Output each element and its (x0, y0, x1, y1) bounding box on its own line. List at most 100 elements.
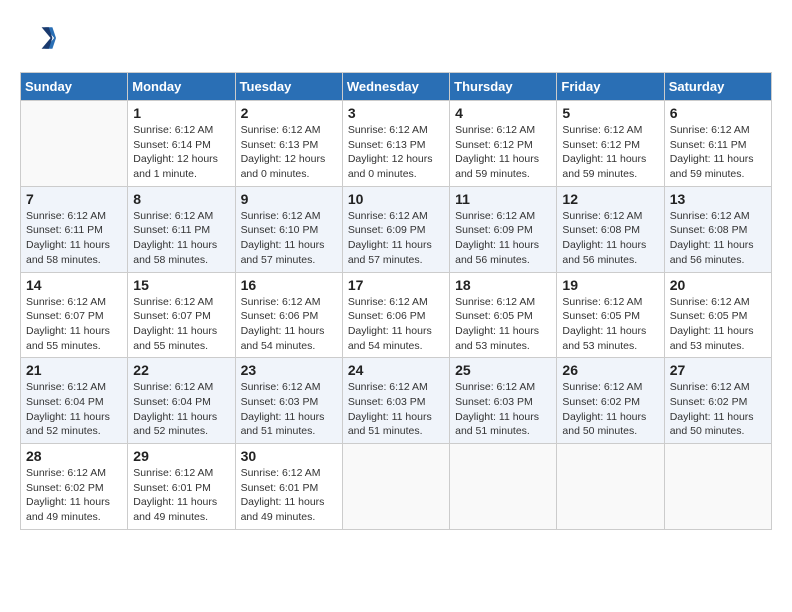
day-info: Sunrise: 6:12 AMSunset: 6:13 PMDaylight:… (348, 123, 444, 182)
calendar-cell: 6 Sunrise: 6:12 AMSunset: 6:11 PMDaylight… (664, 101, 771, 187)
day-info: Sunrise: 6:12 AMSunset: 6:04 PMDaylight:… (26, 380, 122, 439)
calendar-week-row: 7 Sunrise: 6:12 AMSunset: 6:11 PMDaylight… (21, 186, 772, 272)
day-number: 8 (133, 191, 229, 207)
logo-icon (20, 20, 56, 56)
calendar-cell: 30 Sunrise: 6:12 AMSunset: 6:01 PMDayligh… (235, 444, 342, 530)
day-number: 19 (562, 277, 658, 293)
calendar-week-row: 21 Sunrise: 6:12 AMSunset: 6:04 PMDayligh… (21, 358, 772, 444)
day-info: Sunrise: 6:12 AMSunset: 6:02 PMDaylight:… (670, 380, 766, 439)
day-info: Sunrise: 6:12 AMSunset: 6:01 PMDaylight:… (241, 466, 337, 525)
calendar-cell: 5 Sunrise: 6:12 AMSunset: 6:12 PMDaylight… (557, 101, 664, 187)
calendar-cell: 16Sunrise: 6:12 AMSunset: 6:06 PMDayligh… (235, 272, 342, 358)
day-info: Sunrise: 6:12 AMSunset: 6:11 PMDaylight:… (670, 123, 766, 182)
day-info: Sunrise: 6:12 AMSunset: 6:08 PMDaylight:… (670, 209, 766, 268)
day-info: Sunrise: 6:12 AMSunset: 6:14 PMDaylight:… (133, 123, 229, 182)
day-number: 6 (670, 105, 766, 121)
day-number: 30 (241, 448, 337, 464)
day-number: 7 (26, 191, 122, 207)
day-number: 4 (455, 105, 551, 121)
calendar-cell: 18Sunrise: 6:12 AMSunset: 6:05 PMDayligh… (450, 272, 557, 358)
calendar-header-row: SundayMondayTuesdayWednesdayThursdayFrid… (21, 73, 772, 101)
day-number: 21 (26, 362, 122, 378)
day-number: 5 (562, 105, 658, 121)
calendar-cell: 7Sunrise: 6:12 AMSunset: 6:11 PMDaylight… (21, 186, 128, 272)
day-number: 24 (348, 362, 444, 378)
day-info: Sunrise: 6:12 AMSunset: 6:08 PMDaylight:… (562, 209, 658, 268)
day-info: Sunrise: 6:12 AMSunset: 6:02 PMDaylight:… (562, 380, 658, 439)
day-number: 25 (455, 362, 551, 378)
day-info: Sunrise: 6:12 AMSunset: 6:10 PMDaylight:… (241, 209, 337, 268)
day-header-friday: Friday (557, 73, 664, 101)
day-info: Sunrise: 6:12 AMSunset: 6:04 PMDaylight:… (133, 380, 229, 439)
day-info: Sunrise: 6:12 AMSunset: 6:13 PMDaylight:… (241, 123, 337, 182)
day-info: Sunrise: 6:12 AMSunset: 6:07 PMDaylight:… (26, 295, 122, 354)
day-header-monday: Monday (128, 73, 235, 101)
day-number: 26 (562, 362, 658, 378)
logo (20, 20, 60, 56)
day-number: 29 (133, 448, 229, 464)
calendar-cell: 9 Sunrise: 6:12 AMSunset: 6:10 PMDaylight… (235, 186, 342, 272)
calendar-cell: 1 Sunrise: 6:12 AMSunset: 6:14 PMDaylight… (128, 101, 235, 187)
calendar-cell: 4 Sunrise: 6:12 AMSunset: 6:12 PMDaylight… (450, 101, 557, 187)
day-info: Sunrise: 6:12 AMSunset: 6:12 PMDaylight:… (455, 123, 551, 182)
day-number: 22 (133, 362, 229, 378)
calendar-cell: 19 Sunrise: 6:12 AMSunset: 6:05 PMDayligh… (557, 272, 664, 358)
day-number: 15 (133, 277, 229, 293)
calendar-cell: 3 Sunrise: 6:12 AMSunset: 6:13 PMDaylight… (342, 101, 449, 187)
day-number: 1 (133, 105, 229, 121)
calendar-cell: 2 Sunrise: 6:12 AMSunset: 6:13 PMDaylight… (235, 101, 342, 187)
calendar-cell: 25 Sunrise: 6:12 AMSunset: 6:03 PMDayligh… (450, 358, 557, 444)
day-number: 28 (26, 448, 122, 464)
day-info: Sunrise: 6:12 AMSunset: 6:11 PMDaylight:… (133, 209, 229, 268)
calendar-cell: 27 Sunrise: 6:12 AMSunset: 6:02 PMDayligh… (664, 358, 771, 444)
calendar-cell: 17Sunrise: 6:12 AMSunset: 6:06 PMDayligh… (342, 272, 449, 358)
day-header-sunday: Sunday (21, 73, 128, 101)
calendar-cell: 20 Sunrise: 6:12 AMSunset: 6:05 PMDayligh… (664, 272, 771, 358)
day-info: Sunrise: 6:12 AMSunset: 6:05 PMDaylight:… (562, 295, 658, 354)
day-header-thursday: Thursday (450, 73, 557, 101)
day-info: Sunrise: 6:12 AMSunset: 6:05 PMDaylight:… (670, 295, 766, 354)
day-number: 10 (348, 191, 444, 207)
day-number: 14 (26, 277, 122, 293)
calendar-cell: 10Sunrise: 6:12 AMSunset: 6:09 PMDayligh… (342, 186, 449, 272)
day-number: 17 (348, 277, 444, 293)
day-info: Sunrise: 6:12 AMSunset: 6:09 PMDaylight:… (455, 209, 551, 268)
calendar-cell (450, 444, 557, 530)
day-header-tuesday: Tuesday (235, 73, 342, 101)
day-info: Sunrise: 6:12 AMSunset: 6:03 PMDaylight:… (455, 380, 551, 439)
day-info: Sunrise: 6:12 AMSunset: 6:06 PMDaylight:… (241, 295, 337, 354)
calendar-week-row: 28 Sunrise: 6:12 AMSunset: 6:02 PMDayligh… (21, 444, 772, 530)
calendar-cell: 22 Sunrise: 6:12 AMSunset: 6:04 PMDayligh… (128, 358, 235, 444)
day-number: 27 (670, 362, 766, 378)
calendar-cell: 13 Sunrise: 6:12 AMSunset: 6:08 PMDayligh… (664, 186, 771, 272)
day-info: Sunrise: 6:12 AMSunset: 6:07 PMDaylight:… (133, 295, 229, 354)
calendar-cell (557, 444, 664, 530)
calendar-cell: 8 Sunrise: 6:12 AMSunset: 6:11 PMDaylight… (128, 186, 235, 272)
calendar-week-row: 1 Sunrise: 6:12 AMSunset: 6:14 PMDaylight… (21, 101, 772, 187)
day-number: 23 (241, 362, 337, 378)
day-number: 12 (562, 191, 658, 207)
day-number: 2 (241, 105, 337, 121)
calendar-cell: 12 Sunrise: 6:12 AMSunset: 6:08 PMDayligh… (557, 186, 664, 272)
calendar-cell: 24Sunrise: 6:12 AMSunset: 6:03 PMDayligh… (342, 358, 449, 444)
calendar-cell (21, 101, 128, 187)
day-number: 3 (348, 105, 444, 121)
calendar-cell: 29Sunrise: 6:12 AMSunset: 6:01 PMDayligh… (128, 444, 235, 530)
day-header-wednesday: Wednesday (342, 73, 449, 101)
page-header (20, 20, 772, 56)
day-number: 20 (670, 277, 766, 293)
calendar-cell: 26 Sunrise: 6:12 AMSunset: 6:02 PMDayligh… (557, 358, 664, 444)
calendar-cell: 23 Sunrise: 6:12 AMSunset: 6:03 PMDayligh… (235, 358, 342, 444)
calendar-cell: 21 Sunrise: 6:12 AMSunset: 6:04 PMDayligh… (21, 358, 128, 444)
day-info: Sunrise: 6:12 AMSunset: 6:12 PMDaylight:… (562, 123, 658, 182)
day-info: Sunrise: 6:12 AMSunset: 6:03 PMDaylight:… (241, 380, 337, 439)
day-number: 11 (455, 191, 551, 207)
calendar-cell (664, 444, 771, 530)
day-number: 13 (670, 191, 766, 207)
calendar-table: SundayMondayTuesdayWednesdayThursdayFrid… (20, 72, 772, 530)
day-number: 18 (455, 277, 551, 293)
day-header-saturday: Saturday (664, 73, 771, 101)
calendar-cell (342, 444, 449, 530)
day-info: Sunrise: 6:12 AMSunset: 6:02 PMDaylight:… (26, 466, 122, 525)
day-number: 9 (241, 191, 337, 207)
